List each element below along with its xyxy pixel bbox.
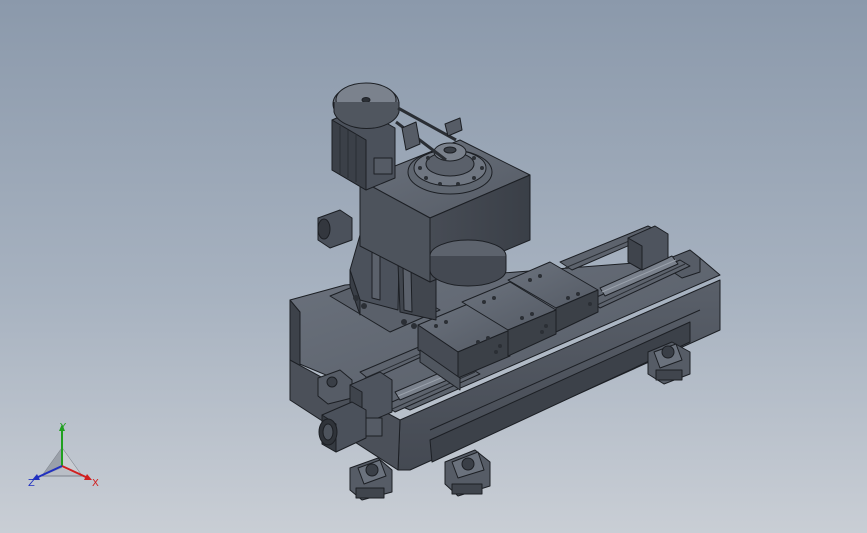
z-axis-label: Z <box>28 478 35 489</box>
y-axis-label: Y <box>59 422 67 433</box>
foot-front-center <box>444 449 491 497</box>
foot-front-left <box>349 457 393 501</box>
column-servo-motor <box>317 209 353 249</box>
coordinate-triad: Y X Z <box>28 422 99 489</box>
graphics-viewport[interactable]: Y X Z <box>0 0 867 533</box>
foot-back-left <box>317 369 353 405</box>
x-axis-label: X <box>92 478 99 489</box>
cad-model-assembly[interactable] <box>0 0 867 533</box>
